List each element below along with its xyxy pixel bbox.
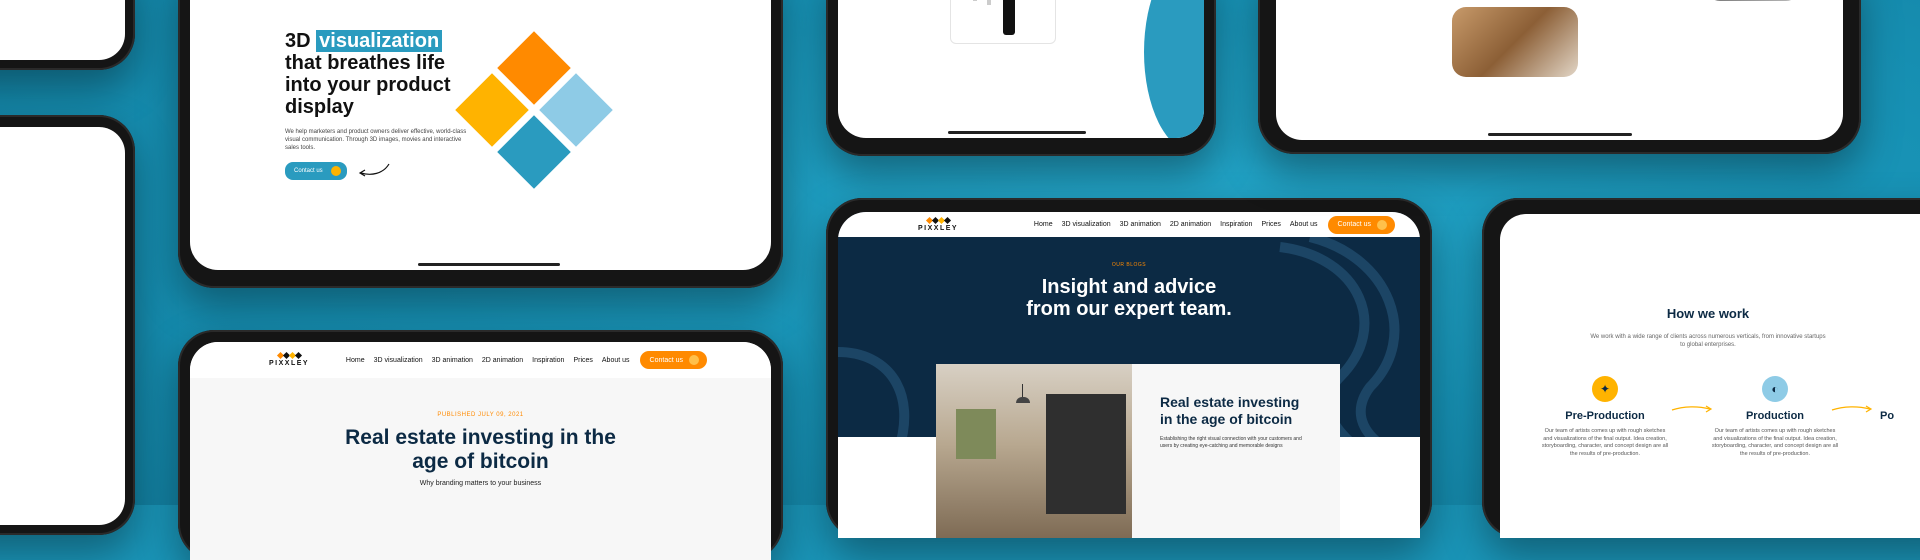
tablet-process: How we work We work with a wide range of… [1482, 198, 1920, 538]
paint-palette-icon: ◐ [1762, 376, 1788, 402]
image-tile [1706, 0, 1800, 1]
process-intro: We work with a wide range of clients acr… [1590, 334, 1826, 348]
nav-link-prices[interactable]: Prices [573, 357, 592, 364]
blog-screen: PIXXLEY Home 3D visualization 3D animati… [838, 212, 1420, 538]
button-dot-icon [330, 166, 341, 176]
blog-card-text-body: Establishing the right visual connection… [1160, 436, 1302, 449]
process-step-title: Po [1880, 410, 1895, 422]
process-step-text: Our team of artists comes up with rough … [1711, 428, 1839, 457]
nav-links: Home 3D visualization 3D animation 2D an… [346, 357, 630, 364]
blue-shape [1144, 0, 1204, 138]
nav-link-inspiration[interactable]: Inspiration [1220, 221, 1252, 228]
button-dot-icon [689, 355, 699, 365]
nav-link-3d-visualization[interactable]: 3D visualization [374, 357, 423, 364]
process-step-title: Production [1745, 410, 1805, 422]
hero-screen: 3D visualization that breathes life into… [190, 0, 771, 270]
selected-menu-bar[interactable] [1003, 0, 1015, 35]
hero-title-highlight: visualization [316, 30, 443, 52]
nav-link-inspiration[interactable]: Inspiration [532, 357, 564, 364]
vertical-menu-card [950, 0, 1056, 44]
logo-mark-icon [276, 351, 302, 360]
drawer-image [1452, 7, 1578, 77]
blog-card[interactable]: Real estate investing in the age of bitc… [936, 364, 1340, 538]
nav-contact-button[interactable]: Contact us [639, 351, 707, 369]
article-nav: PIXXLEY Home 3D visualization 3D animati… [190, 342, 771, 378]
top-right-screen [1276, 0, 1843, 140]
blog-header: OUR BLOGS Insight and advice from our ex… [838, 262, 1420, 320]
article-subtitle: Why branding matters to your business [419, 480, 542, 487]
process-step: Po [1880, 410, 1894, 422]
blog-card-text: Real estate investing in the age of bitc… [1160, 394, 1310, 450]
hero-description: We help marketers and product owners del… [285, 129, 467, 151]
blog-kicker: OUR BLOGS [1111, 262, 1147, 268]
article-title: Real estate investing in the age of bitc… [345, 426, 616, 473]
nav-link-2d-animation[interactable]: 2D animation [482, 357, 523, 364]
arrow-icon [1831, 405, 1873, 413]
article-date: PUBLISHED JULY 09, 2021 [437, 412, 524, 418]
home-indicator [1488, 133, 1632, 136]
blog-nav: PIXXLEY Home 3D visualization 3D animati… [838, 212, 1420, 237]
nav-link-about[interactable]: About us [1290, 221, 1318, 228]
tablet-blog: PIXXLEY Home 3D visualization 3D animati… [826, 198, 1432, 538]
nav-links: Home 3D visualization 3D animation 2D an… [1034, 221, 1318, 228]
process-step-title: Pre-Production [1565, 410, 1645, 422]
article-screen: PIXXLEY Home 3D visualization 3D animati… [190, 342, 771, 560]
logo: PIXXLEY [918, 216, 958, 232]
process-step-text: Our team of artists comes up with rough … [1541, 428, 1669, 457]
nav-link-home[interactable]: Home [1034, 221, 1053, 228]
hero-contact-button[interactable]: Contact us [285, 162, 347, 180]
blog-card-image [936, 364, 1132, 538]
tablet-hero: 3D visualization that breathes life into… [178, 0, 783, 288]
process-header: How we work We work with a wide range of… [1500, 306, 1916, 349]
arrow-icon [1671, 405, 1713, 413]
nav-link-3d-animation[interactable]: 3D animation [1120, 221, 1161, 228]
nav-link-2d-animation[interactable]: 2D animation [1170, 221, 1211, 228]
article-header: PUBLISHED JULY 09, 2021 Real estate inve… [190, 412, 771, 487]
nav-link-home[interactable]: Home [346, 357, 365, 364]
nav-link-3d-visualization[interactable]: 3D visualization [1062, 221, 1111, 228]
tablet-top-right [1258, 0, 1861, 154]
process-screen: How we work We work with a wide range of… [1500, 214, 1920, 538]
home-indicator [418, 263, 560, 266]
tablet-top-middle [826, 0, 1216, 156]
blog-title: Insight and advice from our expert team. [1026, 276, 1232, 320]
top-middle-screen [838, 0, 1204, 138]
blog-card-title: Real estate investing in the age of bitc… [1160, 394, 1300, 427]
arrow-doodle-icon [358, 163, 390, 177]
process-title: How we work [1666, 306, 1750, 321]
logo-mark-icon [925, 216, 951, 224]
process-step: ◐ Production Our team of artists comes u… [1710, 376, 1840, 458]
tablet-article: PIXXLEY Home 3D visualization 3D animati… [178, 330, 783, 560]
tablet-left-top [0, 0, 135, 70]
logo: PIXXLEY [269, 351, 309, 367]
button-dot-icon [1377, 219, 1387, 230]
nav-link-about[interactable]: About us [602, 357, 630, 364]
nav-contact-button[interactable]: Contact us [1327, 215, 1395, 234]
home-indicator [948, 131, 1086, 134]
nav-link-prices[interactable]: Prices [1261, 221, 1280, 228]
lightbulb-icon: ✦ [1592, 376, 1618, 402]
tablet-left-middle [0, 115, 135, 535]
contour-pattern-left [838, 347, 910, 452]
process-step: ✦ Pre-Production Our team of artists com… [1540, 376, 1670, 458]
nav-link-3d-animation[interactable]: 3D animation [432, 357, 473, 364]
